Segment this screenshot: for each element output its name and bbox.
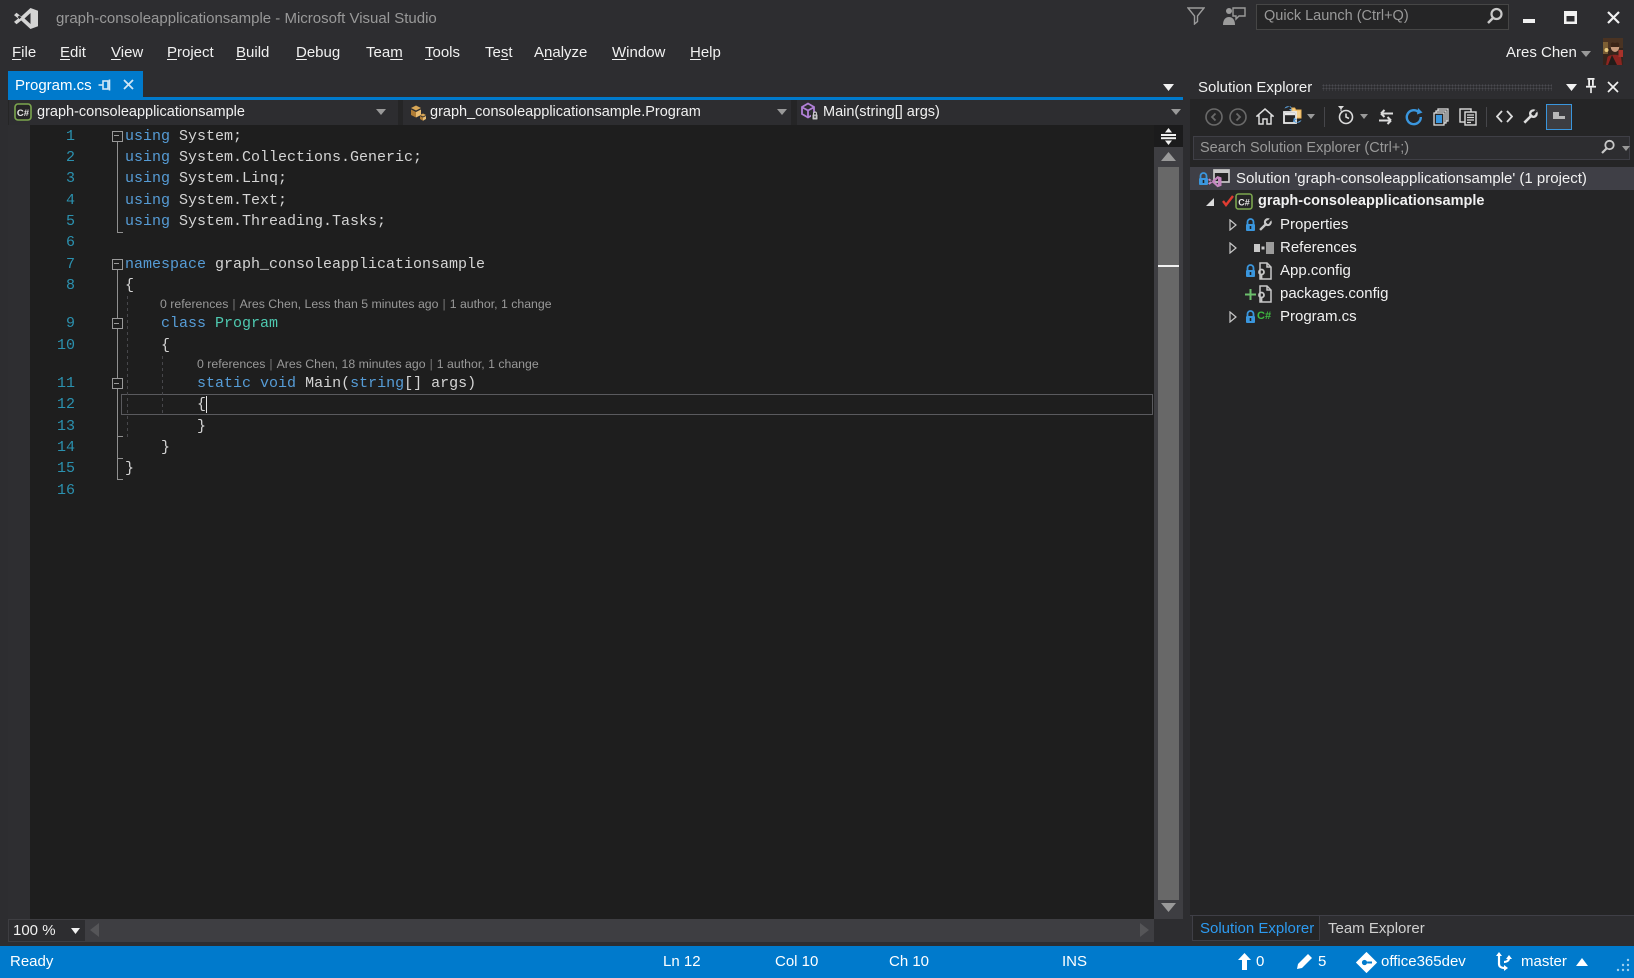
svg-text:C#: C# bbox=[17, 108, 30, 119]
svg-text:C#: C# bbox=[1238, 198, 1250, 208]
